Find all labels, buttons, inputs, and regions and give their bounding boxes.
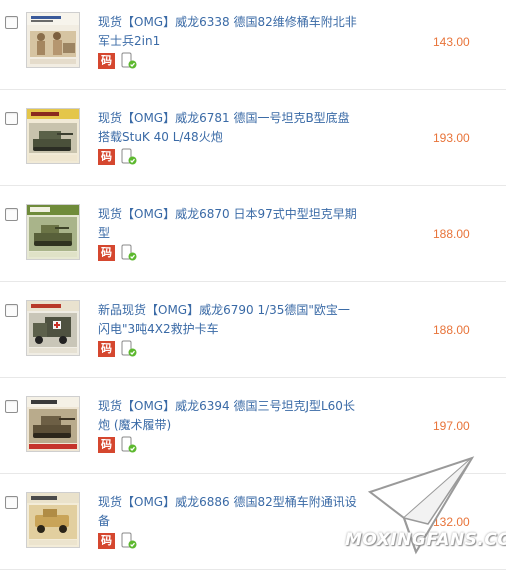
code-tag[interactable]: 码 [98, 53, 115, 69]
code-tag[interactable]: 码 [98, 245, 115, 261]
tank-box-art-icon[interactable] [26, 204, 80, 260]
soldiers-box-art-icon[interactable] [26, 12, 80, 68]
code-tag[interactable]: 码 [98, 341, 115, 357]
watermark-text: MOXINGFANS.COM [345, 530, 506, 550]
title-line: 备 [98, 514, 111, 528]
title-line: 现货【OMG】威龙6870 日本97式中型坦克早期 [98, 207, 357, 221]
product-title-link[interactable]: 现货【OMG】威龙6781 德国一号坦克B型底盘 搭载StuK 40 L/48火… [98, 109, 358, 147]
title-line: 闪电"3吨4X2救护卡车 [98, 322, 219, 336]
list-item: 现货【OMG】威龙6870 日本97式中型坦克早期 型 188.00 码 [0, 192, 506, 288]
price: 193.00 [433, 131, 470, 145]
select-checkbox[interactable] [5, 400, 18, 413]
mobile-icon[interactable] [120, 52, 138, 70]
code-tag[interactable]: 码 [98, 437, 115, 453]
title-line: 现货【OMG】威龙6394 德国三号坦克J型L60长 [98, 399, 355, 413]
select-checkbox[interactable] [5, 208, 18, 221]
mobile-icon[interactable] [120, 340, 138, 358]
price: 188.00 [433, 227, 470, 241]
title-line: 炮 (魔术履带) [98, 418, 172, 432]
divider [0, 89, 506, 90]
price: 188.00 [433, 323, 470, 337]
product-title-link[interactable]: 现货【OMG】威龙6338 德国82维修桶车附北非 军士兵2in1 [98, 13, 358, 51]
divider [0, 281, 506, 282]
divider [0, 377, 506, 378]
product-title-link[interactable]: 新品现货【OMG】威龙6790 1/35德国"欧宝一 闪电"3吨4X2救护卡车 [98, 301, 358, 339]
code-tag[interactable]: 码 [98, 149, 115, 165]
price: 143.00 [433, 35, 470, 49]
divider [0, 185, 506, 186]
select-checkbox[interactable] [5, 304, 18, 317]
title-line: 现货【OMG】威龙6886 德国82型桶车附通讯设 [98, 495, 357, 509]
mobile-icon[interactable] [120, 532, 138, 550]
title-line: 新品现货【OMG】威龙6790 1/35德国"欧宝一 [98, 303, 350, 317]
title-line: 军士兵2in1 [98, 34, 161, 48]
tank-box-art-icon[interactable] [26, 108, 80, 164]
title-line: 现货【OMG】威龙6338 德国82维修桶车附北非 [98, 15, 357, 29]
list-item: 现货【OMG】威龙6338 德国82维修桶车附北非 军士兵2in1 143.00… [0, 0, 506, 96]
product-title-link[interactable]: 现货【OMG】威龙6394 德国三号坦克J型L60长 炮 (魔术履带) [98, 397, 358, 435]
product-title-link[interactable]: 现货【OMG】威龙6870 日本97式中型坦克早期 型 [98, 205, 358, 243]
select-checkbox[interactable] [5, 16, 18, 29]
select-checkbox[interactable] [5, 112, 18, 125]
mobile-icon[interactable] [120, 244, 138, 262]
product-title-link[interactable]: 现货【OMG】威龙6886 德国82型桶车附通讯设 备 [98, 493, 358, 531]
title-line: 搭载StuK 40 L/48火炮 [98, 130, 223, 144]
paper-plane-icon [367, 456, 475, 555]
list-item: 新品现货【OMG】威龙6790 1/35德国"欧宝一 闪电"3吨4X2救护卡车 … [0, 288, 506, 384]
mobile-icon[interactable] [120, 436, 138, 454]
title-line: 现货【OMG】威龙6781 德国一号坦克B型底盘 [98, 111, 350, 125]
list-item: 现货【OMG】威龙6781 德国一号坦克B型底盘 搭载StuK 40 L/48火… [0, 96, 506, 192]
title-line: 型 [98, 226, 111, 240]
tank-box-art-icon[interactable] [26, 396, 80, 452]
mobile-icon[interactable] [120, 148, 138, 166]
code-tag[interactable]: 码 [98, 533, 115, 549]
truck-box-art-icon[interactable] [26, 300, 80, 356]
car-box-art-icon[interactable] [26, 492, 80, 548]
price: 197.00 [433, 419, 470, 433]
select-checkbox[interactable] [5, 496, 18, 509]
